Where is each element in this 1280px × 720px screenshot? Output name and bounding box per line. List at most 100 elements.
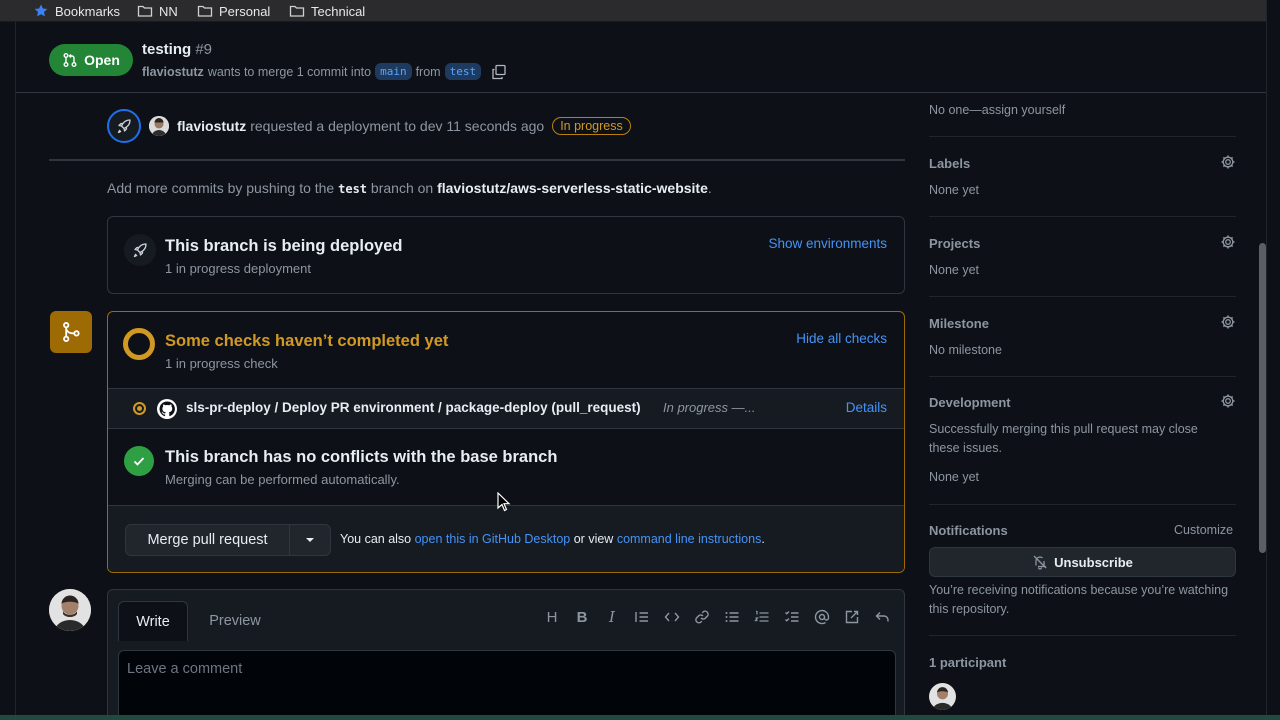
gear-icon[interactable] [1220, 393, 1236, 409]
deployment-user[interactable]: flaviostutz [177, 118, 246, 134]
deployment-event-marker [107, 109, 141, 143]
bell-slash-icon [1033, 555, 1047, 570]
avatar-face-icon [149, 116, 169, 136]
bookmark-label: Personal [219, 3, 271, 19]
gear-icon[interactable] [1220, 314, 1236, 330]
rocket-icon [133, 243, 147, 258]
bookmark-label: Bookmarks [55, 3, 121, 19]
notifications-title: Notifications [929, 523, 1008, 538]
copy-icon [492, 64, 506, 79]
pr-author[interactable]: flaviostutz [142, 65, 204, 79]
head-branch-tag[interactable]: test [444, 63, 482, 80]
check-status: In progress —... [663, 400, 756, 415]
deployment-title: This branch is being deployed [165, 237, 403, 255]
sidebar-labels: Labels None yet [929, 137, 1236, 217]
folder-icon [197, 5, 213, 17]
projects-title[interactable]: Projects [929, 236, 980, 251]
folder-icon [137, 5, 153, 17]
git-merge-icon [63, 322, 80, 342]
rocket-icon [117, 119, 131, 134]
link-icon[interactable] [694, 609, 710, 625]
assignees-value[interactable]: No one—assign yourself [929, 101, 1065, 120]
milestone-value: No milestone [929, 343, 1002, 357]
bookmark-bookmarks[interactable]: Bookmarks [33, 3, 120, 19]
development-title[interactable]: Development [929, 395, 1011, 410]
show-environments-link[interactable]: Show environments [768, 236, 887, 251]
heading-icon[interactable]: H [544, 609, 560, 626]
deployment-event: flaviostutz requested a deployment to de… [107, 109, 631, 143]
code-icon[interactable] [664, 609, 680, 625]
comment-placeholder: Leave a comment [127, 661, 243, 677]
git-pull-request-icon [63, 53, 77, 67]
task-list-icon[interactable] [784, 609, 800, 625]
command-line-link[interactable]: command line instructions [617, 532, 762, 546]
development-text: Successfully merging this pull request m… [929, 422, 1198, 455]
alt-period: . [761, 532, 765, 546]
triangle-down-icon [306, 538, 314, 542]
bookmark-personal[interactable]: Personal [197, 3, 270, 19]
pr-title: testing #9 [142, 41, 212, 58]
scrollbar-thumb[interactable] [1259, 243, 1266, 553]
labels-title[interactable]: Labels [929, 156, 970, 171]
tab-write[interactable]: Write [118, 601, 188, 641]
copy-branch-button[interactable] [491, 64, 507, 80]
conflicts-subtitle: Merging can be performed automatically. [165, 472, 400, 487]
github-logo-icon [157, 399, 177, 419]
alt-text: or view [573, 532, 614, 546]
comment-textarea[interactable]: Leave a comment [118, 650, 896, 719]
cross-reference-icon[interactable] [844, 609, 860, 625]
unsubscribe-button[interactable]: Unsubscribe [929, 547, 1236, 577]
pr-meta: flaviostutz wants to merge 1 commit into… [142, 63, 507, 80]
mention-icon[interactable] [814, 609, 830, 625]
italic-icon[interactable]: I [604, 608, 620, 626]
sidebar-development: Development Successfully merging this pu… [929, 377, 1236, 505]
pr-number: #9 [195, 41, 213, 58]
unsubscribe-label: Unsubscribe [1054, 554, 1133, 570]
avatar[interactable] [929, 683, 956, 710]
hint-branch: test [338, 182, 368, 196]
pr-status-label: Open [84, 52, 120, 68]
hint-text: Add more commits by pushing to the [107, 180, 335, 196]
pending-ring-icon [123, 328, 155, 360]
milestone-title[interactable]: Milestone [929, 316, 989, 331]
deployment-icon-wrapper [124, 234, 156, 266]
deployment-box: This branch is being deployed 1 in progr… [107, 216, 905, 294]
base-branch-tag[interactable]: main [375, 63, 412, 80]
bookmark-nn[interactable]: NN [137, 3, 178, 19]
hide-all-checks-link[interactable]: Hide all checks [796, 331, 887, 346]
checks-section: Some checks haven’t completed yet 1 in p… [108, 312, 904, 389]
customize-notifications-link[interactable]: Customize [1174, 523, 1233, 537]
check-details-link[interactable]: Details [846, 400, 887, 415]
labels-value: None yet [929, 183, 980, 197]
pr-from-text: from [415, 64, 441, 79]
unordered-list-icon[interactable] [724, 609, 740, 625]
projects-value: None yet [929, 263, 980, 277]
hint-repo-link[interactable]: flaviostutz/aws-serverless-static-websit… [437, 180, 708, 196]
star-icon [34, 4, 48, 17]
avatar[interactable] [149, 116, 169, 136]
sidebar-projects: Projects None yet [929, 217, 1236, 297]
ordered-list-icon[interactable] [754, 609, 770, 625]
participants-title: 1 participant [929, 655, 1007, 670]
notifications-text: You’re receiving notifications because y… [929, 583, 1229, 616]
bookmark-technical[interactable]: Technical [289, 3, 365, 19]
merge-options-dropdown[interactable] [290, 537, 330, 543]
scrollbar-track[interactable] [1266, 0, 1280, 720]
undo-icon[interactable] [874, 609, 890, 625]
checks-title: Some checks haven’t completed yet [165, 332, 449, 350]
pr-sticky-header: Open testing #9 flaviostutz wants to mer… [16, 22, 1266, 93]
pr-title-text: testing [142, 41, 192, 58]
gear-icon[interactable] [1220, 154, 1236, 170]
github-desktop-link[interactable]: open this in GitHub Desktop [415, 532, 571, 546]
merge-alt-text: You can also open this in GitHub Desktop… [340, 532, 765, 546]
tab-preview[interactable]: Preview [200, 601, 270, 641]
quote-icon[interactable] [634, 609, 650, 625]
gear-icon[interactable] [1220, 234, 1236, 250]
checks-subtitle: 1 in progress check [165, 356, 278, 371]
pending-dot-icon [133, 402, 146, 415]
window-bottom-edge [0, 715, 1280, 720]
add-commits-hint: Add more commits by pushing to the test … [107, 180, 712, 196]
bold-icon[interactable]: B [574, 609, 590, 626]
merge-pull-request-button[interactable]: Merge pull request [126, 525, 290, 555]
avatar[interactable] [49, 589, 91, 631]
